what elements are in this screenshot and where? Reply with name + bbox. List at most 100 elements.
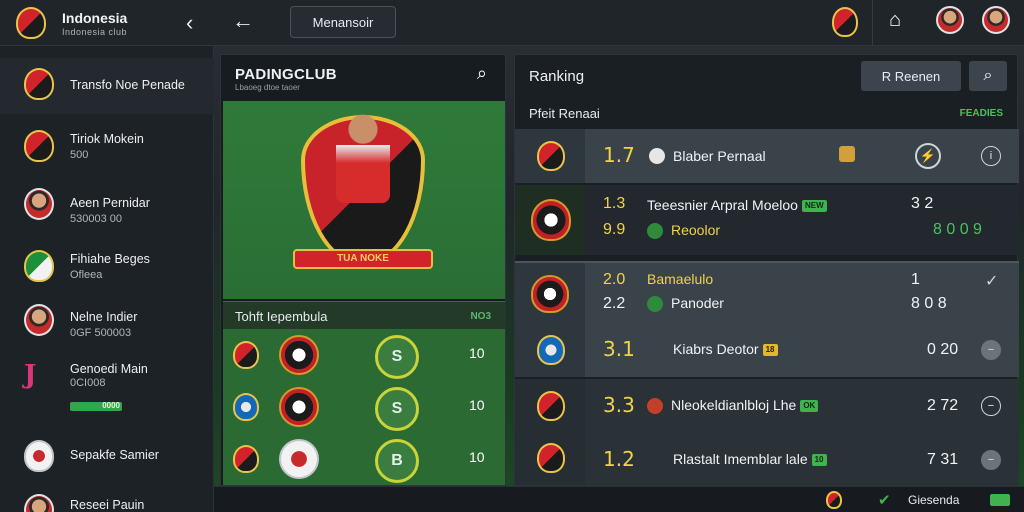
rank-value: 2.0 — [603, 271, 626, 288]
action-button[interactable]: ⚡ — [915, 143, 941, 169]
status-badge: OK — [800, 400, 819, 413]
sidebar-item-sub: Ofleea — [70, 269, 103, 281]
status-badge: NEW — [801, 200, 827, 213]
club-title: PADINGCLUB — [235, 66, 337, 83]
club-name: Blaber Pernaal — [673, 148, 766, 164]
club-crest-icon — [24, 130, 54, 162]
sidebar-item-label: Aeen Pernidar — [70, 196, 150, 210]
table-row[interactable]: S 10 — [223, 381, 505, 433]
search-icon[interactable]: ⌕ — [969, 61, 1007, 91]
table-row[interactable]: 3.1 Kiabrs Deotor 18 0 20 − — [515, 323, 1019, 377]
club-crest-icon — [537, 391, 565, 421]
club-crest-icon — [24, 440, 54, 472]
status-badge: 10 — [811, 454, 827, 467]
sidebar-item-label: Tiriok Mokein — [70, 132, 144, 146]
progress-bar: 0000 — [70, 401, 122, 411]
back-arrow-icon[interactable]: ← — [232, 8, 254, 34]
club-name: Kiabrs Deotor 18 — [673, 341, 778, 357]
brand-title: Indonesia — [62, 10, 128, 26]
table-row[interactable]: S 10 — [223, 329, 505, 381]
player-avatar-icon — [24, 304, 54, 336]
brand-subtitle: Indonesia club — [62, 27, 128, 37]
club-hero-banner: TUA NOKE — [223, 101, 505, 299]
sidebar-item-label: Sepakfe Samier — [70, 448, 159, 462]
collapse-sidebar-icon[interactable]: ‹ — [186, 10, 193, 36]
club-name: Bamaelulo — [647, 271, 714, 287]
minus-icon[interactable]: − — [981, 396, 1001, 416]
tab-menansoir[interactable]: Menansoir — [290, 6, 396, 38]
club-crest-icon — [279, 439, 319, 479]
club-name: Reoolor — [671, 222, 721, 238]
rating-ring: B — [375, 439, 419, 483]
club-name: Rlastalt Imemblar lale 10 — [673, 451, 827, 467]
club-panel: PADINGCLUB Lbaoeg dtoe taoer ⌕ TUA NOKE … — [220, 54, 506, 486]
sidebar-item-genoedi[interactable]: J Genoedi Main 0CI008 0000 — [0, 346, 214, 416]
score-value: 2 72 — [927, 397, 959, 414]
badge-icon — [647, 296, 663, 312]
avatar[interactable] — [936, 6, 964, 34]
table-row[interactable]: 1.3 9.9 Teeesnier Arpral Moeloo NEW Reool… — [515, 185, 1019, 255]
club-name-text: Rlastalt Imemblar lale — [673, 451, 808, 467]
score-value: 7 31 — [927, 451, 959, 468]
section-badge: FEADIES — [959, 108, 1003, 119]
rank-value: 1.2 — [603, 447, 635, 471]
sidebar-item-reseei[interactable]: Reseei Pauin — [0, 482, 214, 512]
top-bar: Indonesia Indonesia club ‹ ← Menansoir ⌂ — [0, 0, 1024, 46]
rank-value: 9.9 — [603, 221, 626, 238]
home-icon[interactable]: ⌂ — [889, 9, 901, 32]
badge-icon — [647, 223, 663, 239]
sidebar-item-tiriok[interactable]: Tiriok Mokein 500 — [0, 116, 214, 172]
sidebar-item-aeen[interactable]: Aeen Pernidar 530003 00 — [0, 178, 214, 234]
badge-icon — [839, 146, 855, 162]
sidebar-item-sub: 530003 00 — [70, 213, 122, 225]
minus-icon[interactable]: − — [981, 450, 1001, 470]
check-icon[interactable]: ✔ — [878, 491, 891, 509]
club-crest-icon — [531, 199, 571, 241]
row-value: 10 — [469, 397, 485, 413]
player-avatar-icon — [24, 188, 54, 220]
section-label: Pfeit Renaai — [529, 106, 600, 121]
club-crest-icon — [537, 335, 565, 365]
sidebar-item-transfer[interactable]: Transfo Noe Penade — [0, 58, 214, 114]
badge-icon — [649, 148, 665, 164]
divider — [872, 0, 873, 46]
row-value: 10 — [469, 345, 485, 361]
table-row[interactable]: 2.0 2.2 Bamaelulo Panoder 1 8 0 8 ✓ — [515, 261, 1019, 323]
ranking-filter-button[interactable]: R Reenen — [861, 61, 961, 91]
search-icon[interactable]: ⌕ — [477, 63, 487, 84]
table-row[interactable]: 1.7 Blaber Pernaal ⚡ i — [515, 129, 1019, 183]
club-name: Panoder — [671, 295, 724, 311]
sidebar: Transfo Noe Penade Tiriok Mokein 500 Aee… — [0, 46, 214, 512]
club-crest-icon — [279, 335, 319, 375]
club-table: S 10 S 10 B 10 — [223, 329, 505, 485]
info-icon[interactable]: i — [981, 146, 1001, 166]
minus-icon[interactable]: − — [981, 340, 1001, 360]
sidebar-item-nelne[interactable]: Nelne Indier 0GF 500003 — [0, 294, 214, 350]
club-crest-icon[interactable] — [832, 7, 858, 37]
brand-crest-icon — [16, 7, 46, 39]
player-illustration — [336, 113, 390, 203]
club-table-header: Tohft Iepembula NO3 — [223, 301, 505, 329]
check-icon[interactable]: ✓ — [985, 271, 998, 291]
sidebar-item-fihiahe[interactable]: Fihiahe Beges Ofleea — [0, 236, 214, 292]
avatar[interactable] — [982, 6, 1010, 34]
club-crest-icon — [233, 445, 259, 473]
score-value: 3 2 — [911, 195, 934, 212]
table-row[interactable]: 1.2 Rlastalt Imemblar lale 10 7 31 − — [515, 433, 1019, 485]
sidebar-item-label: Nelne Indier — [70, 310, 138, 324]
sidebar-item-label: Genoedi Main — [70, 362, 148, 376]
club-name: Nleokeldianlbloj Lhe OK — [671, 397, 819, 413]
club-crest-icon — [537, 443, 565, 473]
sidebar-item-label: Fihiahe Beges — [70, 252, 150, 266]
club-crest-icon — [531, 275, 569, 313]
rank-value: 2.2 — [603, 295, 626, 312]
club-table-title: Tohft Iepembula — [235, 309, 328, 324]
sidebar-item-sepakfe[interactable]: Sepakfe Samier — [0, 428, 214, 484]
ranking-panel: Ranking R Reenen ⌕ Pfeit Renaai FEADIES … — [514, 54, 1019, 486]
table-row[interactable]: B 10 — [223, 433, 505, 485]
club-subtitle: Lbaoeg dtoe taoer — [235, 83, 300, 92]
club-crest-icon[interactable] — [826, 491, 842, 509]
ranking-section-header: Pfeit Renaai FEADIES — [515, 99, 1019, 127]
player-avatar-icon — [24, 494, 54, 512]
table-row[interactable]: 3.3 Nleokeldianlbloj Lhe OK 2 72 − — [515, 379, 1019, 433]
